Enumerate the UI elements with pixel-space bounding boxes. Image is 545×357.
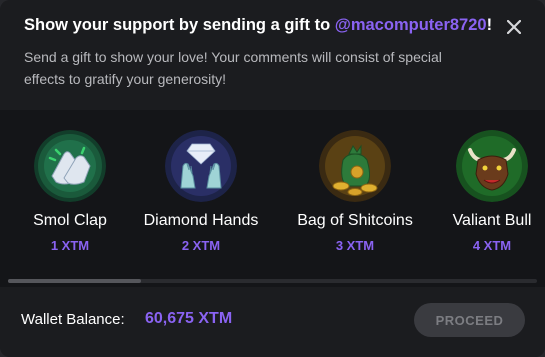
wallet-balance-value: 60,675 XTM xyxy=(145,310,233,327)
modal-header: Show your support by sending a gift to @… xyxy=(0,0,545,110)
modal-description: Send a gift to show your love! Your comm… xyxy=(24,49,442,87)
gift-price: 3 XTM xyxy=(335,238,375,253)
diamond-hands-icon xyxy=(165,130,237,202)
gift-option-smol-clap[interactable]: Smol Clap 1 XTM xyxy=(0,130,140,260)
modal-footer: Wallet Balance: 60,675 XTM PROCEED xyxy=(0,287,545,357)
gift-option-bag-of-shitcoins[interactable]: Bag of Shitcoins 3 XTM xyxy=(285,130,425,260)
gift-name: Smol Clap xyxy=(33,212,107,229)
gift-option-valiant-bull[interactable]: Valiant Bull 4 XTM xyxy=(422,130,545,260)
gift-name: Diamond Hands xyxy=(143,212,259,229)
close-icon xyxy=(507,20,521,34)
scrollbar-thumb[interactable] xyxy=(8,279,141,283)
title-prefix: Show your support by sending a gift to xyxy=(24,16,335,34)
recipient-handle[interactable]: @macomputer8720 xyxy=(335,16,487,34)
send-gift-modal: Show your support by sending a gift to @… xyxy=(0,0,545,357)
modal-title: Show your support by sending a gift to @… xyxy=(24,16,492,35)
gift-option-diamond-hands[interactable]: Diamond Hands 2 XTM xyxy=(131,130,271,260)
close-button[interactable] xyxy=(502,15,526,39)
gift-carousel: Smol Clap 1 XTM Diamond Hands 2 XTM Bag … xyxy=(0,110,545,287)
coin-bag-icon xyxy=(319,130,391,202)
gift-price: 1 XTM xyxy=(50,238,90,253)
gift-name: Bag of Shitcoins xyxy=(297,212,413,229)
gift-price: 2 XTM xyxy=(181,238,221,253)
clapping-hands-icon xyxy=(34,130,106,202)
gift-name: Valiant Bull xyxy=(452,212,532,229)
gift-carousel-scrollbar[interactable] xyxy=(8,279,537,283)
bull-icon xyxy=(456,130,528,202)
wallet-balance-label: Wallet Balance: xyxy=(21,311,125,328)
proceed-button[interactable]: PROCEED xyxy=(414,303,525,337)
gift-price: 4 XTM xyxy=(472,238,512,253)
title-suffix: ! xyxy=(486,16,493,34)
